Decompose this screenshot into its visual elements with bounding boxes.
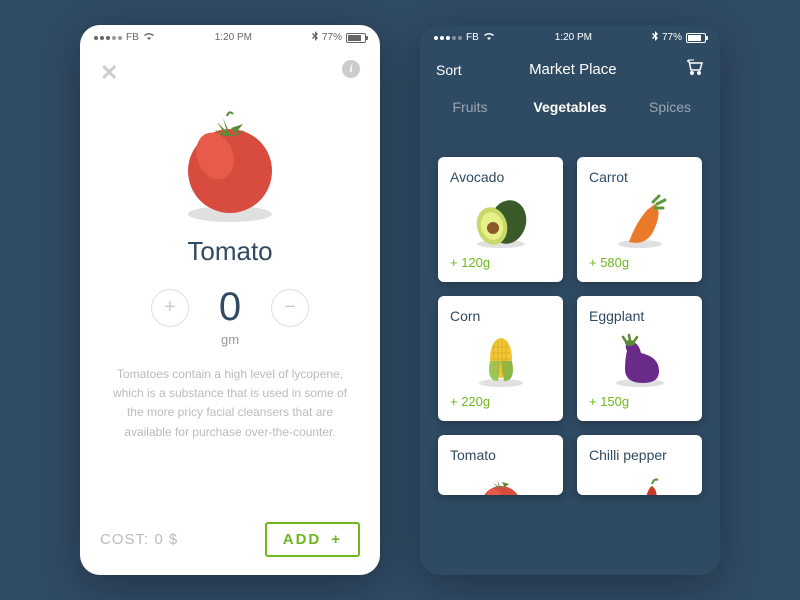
- card-eggplant[interactable]: Eggplant + 150g: [577, 296, 702, 421]
- quantity-unit: gm: [80, 332, 380, 347]
- increment-button[interactable]: +: [151, 289, 189, 327]
- card-avocado[interactable]: Avocado + 120g: [438, 157, 563, 282]
- card-chilli[interactable]: Chilli pepper: [577, 435, 702, 495]
- plus-icon: +: [331, 531, 342, 548]
- cart-button[interactable]: [684, 58, 704, 81]
- card-carrot[interactable]: Carrot + 580g: [577, 157, 702, 282]
- avocado-icon: [450, 191, 551, 251]
- status-bar: FB 1:20 PM 77%: [80, 25, 380, 50]
- tomato-icon: [450, 469, 551, 495]
- carrier-label: FB: [126, 32, 139, 43]
- detail-screen: FB 1:20 PM 77% ✕ i Tomato + 0 −: [80, 25, 380, 575]
- market-screen: FB 1:20 PM 77% Sort Market Place Fruits …: [420, 25, 720, 575]
- sort-button[interactable]: Sort: [436, 62, 462, 78]
- bluetooth-icon: [652, 31, 658, 44]
- tab-vegetables[interactable]: Vegetables: [520, 89, 620, 129]
- quantity-value: 0: [219, 285, 241, 330]
- add-button[interactable]: ADD+: [265, 522, 360, 557]
- product-image: [80, 106, 380, 226]
- decrement-button[interactable]: −: [271, 289, 309, 327]
- battery-pct: 77%: [322, 32, 342, 43]
- card-tomato[interactable]: Tomato: [438, 435, 563, 495]
- cost-label: COST: 0 $: [100, 531, 178, 548]
- tab-spices[interactable]: Spices: [620, 89, 720, 129]
- battery-icon: [686, 33, 706, 43]
- tab-fruits[interactable]: Fruits: [420, 89, 520, 129]
- corn-icon: [450, 330, 551, 390]
- close-button[interactable]: ✕: [100, 60, 118, 86]
- carrot-icon: [589, 191, 690, 251]
- category-tabs: Fruits Vegetables Spices: [420, 89, 720, 129]
- carrier-label: FB: [466, 32, 479, 43]
- battery-icon: [346, 33, 366, 43]
- product-name: Tomato: [80, 236, 380, 267]
- chilli-icon: [589, 469, 690, 495]
- status-bar: FB 1:20 PM 77%: [420, 25, 720, 50]
- wifi-icon: [483, 32, 495, 44]
- eggplant-icon: [589, 330, 690, 390]
- product-grid: Avocado + 120g Carrot + 580g Corn + 220g…: [420, 129, 720, 513]
- bluetooth-icon: [312, 31, 318, 44]
- wifi-icon: [143, 32, 155, 44]
- info-button[interactable]: i: [342, 60, 360, 78]
- card-corn[interactable]: Corn + 220g: [438, 296, 563, 421]
- page-title: Market Place: [529, 61, 617, 78]
- battery-pct: 77%: [662, 32, 682, 43]
- product-description: Tomatoes contain a high level of lycopen…: [80, 347, 380, 460]
- clock: 1:20 PM: [215, 32, 252, 43]
- clock: 1:20 PM: [555, 32, 592, 43]
